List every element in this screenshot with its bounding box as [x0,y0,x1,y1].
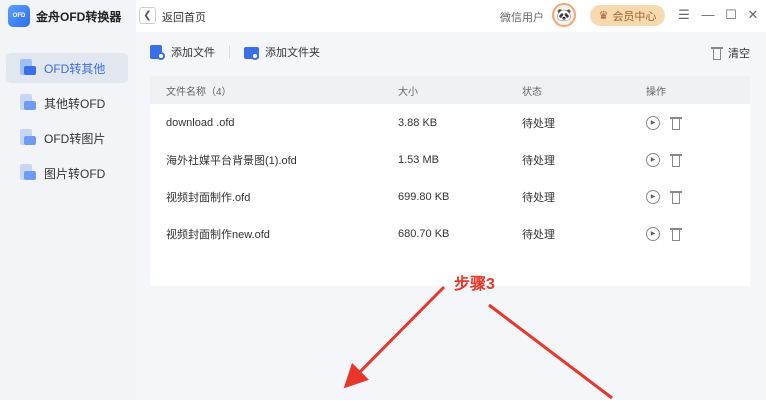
arrow-left [343,285,446,389]
annotation-arrows [343,285,613,400]
arrow-right [488,303,613,400]
